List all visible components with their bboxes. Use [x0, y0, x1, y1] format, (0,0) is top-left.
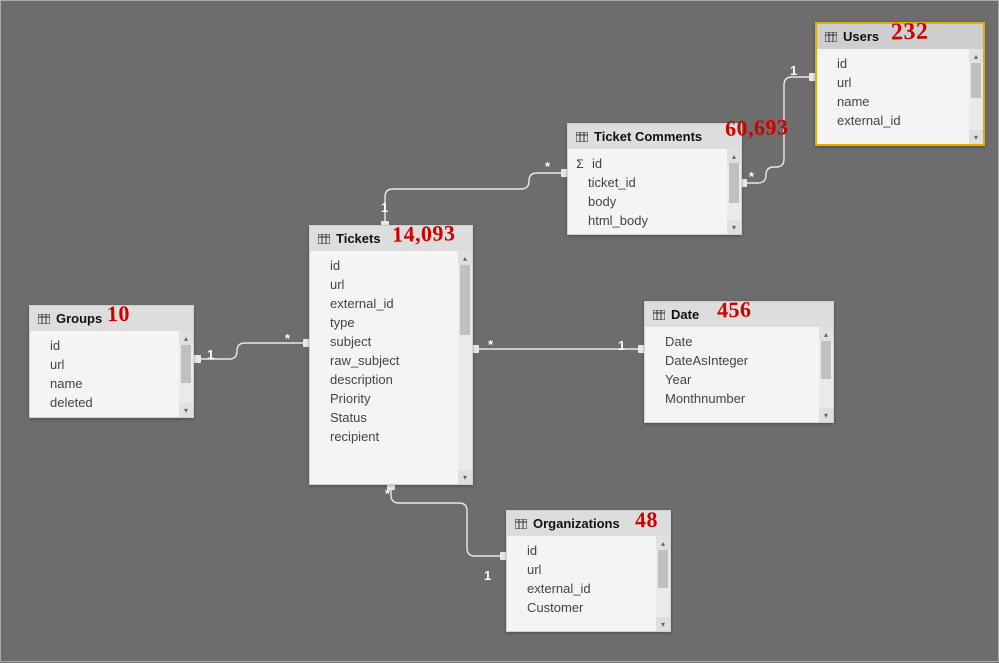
table-header[interactable]: Users [817, 24, 983, 49]
scroll-down-icon[interactable]: ▾ [656, 617, 670, 631]
table-icon [825, 32, 837, 42]
table-header[interactable]: Ticket Comments [568, 124, 741, 149]
scroll-up-icon[interactable]: ▴ [656, 536, 670, 550]
scroll-down-icon[interactable]: ▾ [727, 220, 741, 234]
scrollbar[interactable]: ▴ ▾ [819, 327, 833, 422]
field-item[interactable]: external_id [310, 294, 458, 313]
table-icon [515, 519, 527, 529]
table-title: Users [843, 29, 879, 44]
cardinality-one: 1 [207, 347, 214, 362]
field-item[interactable]: Monthnumber [645, 389, 819, 408]
field-item[interactable]: body [568, 192, 727, 211]
field-list: id url external_id type subject raw_subj… [310, 251, 458, 484]
scrollbar[interactable]: ▴ ▾ [179, 331, 193, 417]
field-item[interactable]: url [817, 73, 969, 92]
table-header[interactable]: Date [645, 302, 833, 327]
cardinality-many: * [488, 337, 493, 352]
cardinality-many: * [385, 486, 390, 501]
field-item[interactable]: Status [310, 408, 458, 427]
cardinality-one: 1 [790, 63, 797, 78]
scrollbar[interactable]: ▴ ▾ [969, 49, 983, 144]
field-item[interactable]: id [817, 54, 969, 73]
field-item[interactable]: DateAsInteger [645, 351, 819, 370]
field-item[interactable]: Date [645, 332, 819, 351]
field-item[interactable]: id [310, 256, 458, 275]
field-list: id url external_id Customer [507, 536, 656, 631]
field-item[interactable]: ticket_id [568, 173, 727, 192]
table-tickets[interactable]: Tickets id url external_id type subject … [309, 225, 473, 485]
scroll-up-icon[interactable]: ▴ [458, 251, 472, 265]
table-title: Ticket Comments [594, 129, 702, 144]
field-item[interactable]: id [507, 541, 656, 560]
field-item[interactable]: Σid [568, 154, 727, 173]
field-item[interactable]: url [310, 275, 458, 294]
field-item[interactable]: external_id [507, 579, 656, 598]
table-icon [653, 310, 665, 320]
scroll-down-icon[interactable]: ▾ [458, 470, 472, 484]
table-title: Tickets [336, 231, 381, 246]
table-icon [318, 234, 330, 244]
field-list: id url name deleted [30, 331, 179, 417]
scroll-down-icon[interactable]: ▾ [969, 130, 983, 144]
cardinality-one: 1 [484, 568, 491, 583]
sigma-icon: Σ [574, 157, 586, 171]
table-groups[interactable]: Groups id url name deleted ▴ ▾ [29, 305, 194, 418]
table-title: Organizations [533, 516, 620, 531]
cardinality-many: * [285, 331, 290, 346]
table-header[interactable]: Organizations [507, 511, 670, 536]
field-item[interactable]: deleted [30, 393, 179, 412]
field-item[interactable]: name [817, 92, 969, 111]
table-title: Groups [56, 311, 102, 326]
scroll-up-icon[interactable]: ▴ [179, 331, 193, 345]
table-title: Date [671, 307, 699, 322]
field-list: Σid ticket_id body html_body [568, 149, 727, 234]
field-item[interactable]: Priority [310, 389, 458, 408]
table-header[interactable]: Tickets [310, 226, 472, 251]
field-item[interactable]: Year [645, 370, 819, 389]
field-item[interactable]: Customer [507, 598, 656, 617]
field-item[interactable]: type [310, 313, 458, 332]
field-item[interactable]: description [310, 370, 458, 389]
table-date[interactable]: Date Date DateAsInteger Year Monthnumber… [644, 301, 834, 423]
field-item[interactable]: subject [310, 332, 458, 351]
cardinality-one: 1 [381, 200, 388, 215]
field-item[interactable]: external_id [817, 111, 969, 130]
scroll-up-icon[interactable]: ▴ [969, 49, 983, 63]
field-list: Date DateAsInteger Year Monthnumber [645, 327, 819, 422]
scroll-down-icon[interactable]: ▾ [819, 408, 833, 422]
table-header[interactable]: Groups [30, 306, 193, 331]
cardinality-one: 1 [618, 338, 625, 353]
scrollbar[interactable]: ▴ ▾ [727, 149, 741, 234]
field-item[interactable]: recipient [310, 427, 458, 446]
field-item[interactable]: name [30, 374, 179, 393]
scrollbar[interactable]: ▴ ▾ [656, 536, 670, 631]
field-item[interactable]: html_body [568, 211, 727, 230]
cardinality-many: * [749, 169, 754, 184]
table-organizations[interactable]: Organizations id url external_id Custome… [506, 510, 671, 632]
field-item[interactable]: raw_subject [310, 351, 458, 370]
table-icon [38, 314, 50, 324]
field-item[interactable]: url [30, 355, 179, 374]
field-item[interactable]: url [507, 560, 656, 579]
scroll-up-icon[interactable]: ▴ [819, 327, 833, 341]
cardinality-many: * [545, 159, 550, 174]
table-icon [576, 132, 588, 142]
table-users[interactable]: Users id url name external_id ▴ ▾ [815, 22, 985, 146]
scroll-down-icon[interactable]: ▾ [179, 403, 193, 417]
scroll-up-icon[interactable]: ▴ [727, 149, 741, 163]
field-list: id url name external_id [817, 49, 969, 144]
scrollbar[interactable]: ▴ ▾ [458, 251, 472, 484]
field-item[interactable]: id [30, 336, 179, 355]
table-ticket-comments[interactable]: Ticket Comments Σid ticket_id body html_… [567, 123, 742, 235]
